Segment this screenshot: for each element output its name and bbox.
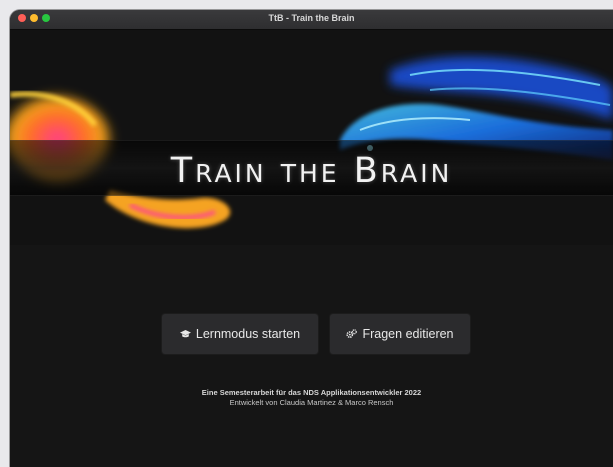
main-content: Train the Brain Lernmodus starten Fragen… (10, 30, 613, 467)
graduation-cap-icon (179, 329, 191, 339)
banner-image (10, 30, 613, 245)
gears-icon (346, 329, 358, 339)
footer-authors-line: Entwickelt von Claudia Martinez & Marco … (229, 398, 394, 407)
app-logo-title: Train the Brain (170, 151, 453, 191)
window-title: TtB - Train the Brain (268, 13, 355, 23)
footer-credits: Eine Semesterarbeit für das NDS Applikat… (10, 388, 613, 408)
footer-project-line: Eine Semesterarbeit für das NDS Applikat… (201, 388, 422, 397)
app-window: TtB - Train the Brain Train the Brain Le… (10, 10, 613, 467)
start-learn-mode-label: Lernmodus starten (195, 327, 301, 341)
start-learn-mode-button[interactable]: Lernmodus starten (162, 314, 318, 354)
edit-questions-button[interactable]: Fragen editieren (330, 314, 470, 354)
edit-questions-label: Fragen editieren (362, 327, 454, 341)
title-bar[interactable]: TtB - Train the Brain (10, 10, 613, 30)
